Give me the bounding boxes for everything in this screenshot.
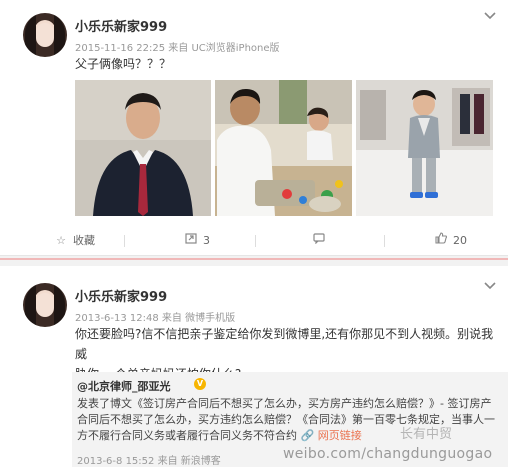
weibo-post-1: 小乐乐新家999 2015-11-16 22:25 来自 UC浏览器iPhone… bbox=[0, 0, 508, 256]
web-link-label: 网页链接 bbox=[317, 429, 362, 442]
separator-highlight bbox=[0, 258, 508, 260]
star-icon: ☆ bbox=[56, 234, 66, 247]
author-name[interactable]: 小乐乐新家999 bbox=[75, 286, 167, 305]
watermark-logo: 长有中贸 bbox=[400, 427, 453, 442]
favorite-button[interactable]: ☆ 收藏 bbox=[54, 226, 95, 256]
favorite-label: 收藏 bbox=[73, 234, 95, 247]
repost-icon bbox=[184, 226, 198, 256]
post-meta: 2013-6-13 12:48 来自 微博手机版 bbox=[75, 313, 236, 324]
photo-man-in-suit[interactable] bbox=[75, 80, 211, 216]
post-text-line-1: 你还要脸吗?信不信把亲子鉴定给你发到微博里,还有你那见不到人视频。别说我威 bbox=[75, 327, 494, 361]
verified-badge: V bbox=[194, 378, 206, 390]
post-meta: 2015-11-16 22:25 来自 UC浏览器iPhone版 bbox=[75, 43, 280, 54]
chevron-down-icon[interactable] bbox=[483, 12, 497, 22]
quoted-author[interactable]: @北京律师_邵亚光 bbox=[77, 378, 171, 394]
like-button[interactable]: 20 bbox=[434, 226, 467, 256]
watermark-url: weibo.com/changdunguogao bbox=[283, 446, 493, 462]
photo-father-and-child[interactable] bbox=[215, 80, 352, 216]
author-name[interactable]: 小乐乐新家999 bbox=[75, 16, 167, 35]
quoted-meta: 2013-6-8 15:52 来自 新浪博客 bbox=[77, 456, 221, 467]
avatar[interactable] bbox=[23, 283, 67, 327]
like-count: 20 bbox=[453, 234, 467, 247]
comment-icon bbox=[312, 226, 326, 256]
repost-button[interactable]: 3 bbox=[184, 226, 210, 256]
comment-button[interactable] bbox=[312, 226, 331, 256]
post-actions: ☆ 收藏 3 20 bbox=[0, 226, 508, 256]
repost-count: 3 bbox=[203, 234, 210, 247]
thumbs-up-icon bbox=[434, 226, 448, 256]
post-text: 父子俩像吗？？？ bbox=[75, 57, 172, 71]
chevron-down-icon[interactable] bbox=[483, 282, 497, 292]
link-icon: 🔗 bbox=[300, 429, 315, 442]
photo-child-in-store[interactable] bbox=[356, 80, 493, 216]
web-link[interactable]: 🔗 网页链接 bbox=[301, 429, 362, 442]
avatar[interactable] bbox=[23, 13, 67, 57]
